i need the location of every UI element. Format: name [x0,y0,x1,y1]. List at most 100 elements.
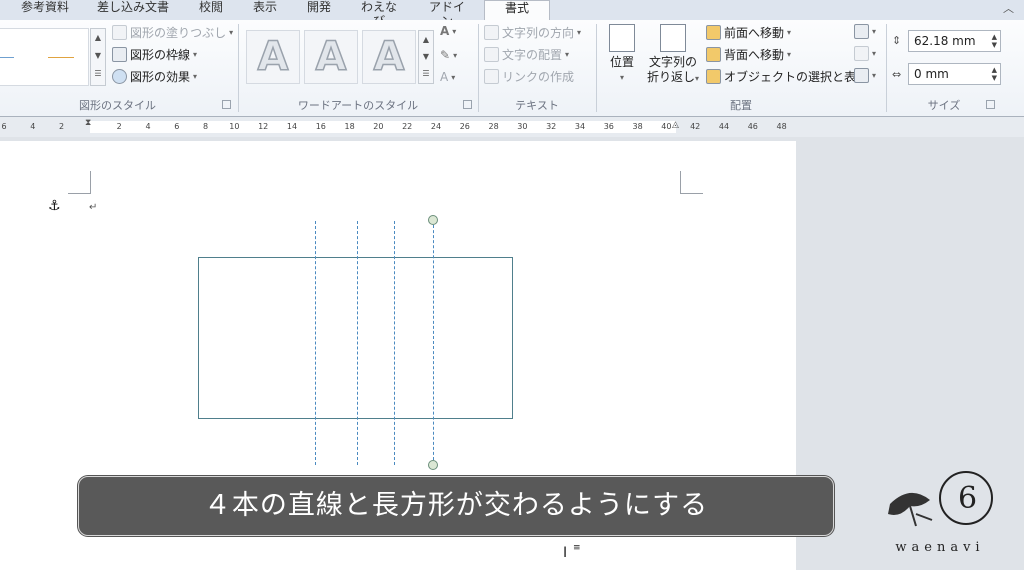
ruler-number: 20 [373,122,384,131]
group-separator [886,24,887,112]
ruler-number: 24 [430,122,442,131]
width-input[interactable]: 0 mm ▲ ▼ [908,63,1001,85]
ruler-number: 32 [546,122,557,131]
align-icon [484,47,499,62]
text-align-button[interactable]: 文字の配置 ▾ [484,46,569,63]
size-launcher-icon[interactable] [986,100,995,109]
line-style-swatch-blue[interactable] [0,57,14,58]
send-backward-button[interactable]: 背面へ移動 ▾ [706,46,791,63]
ruler-number: 38 [632,122,643,131]
text-outline-button[interactable]: ✎ ▾ [440,48,457,62]
line-style-swatch-orange[interactable] [48,57,74,58]
create-link-button[interactable]: リンクの作成 [484,68,574,85]
pen-icon: ✎ [440,48,451,62]
svg-text:6: 6 [958,481,977,516]
crop-mark-left [68,171,91,194]
rotate-button[interactable]: ▾ [854,68,876,83]
height-icon: ⇕ [892,34,902,47]
indent-marker-icon[interactable]: ⧗ [85,118,91,128]
wrap-text-button[interactable]: 文字列の 折り返し▾ [644,24,702,86]
position-button[interactable]: 位置 ▾ [604,24,640,85]
position-icon [609,24,635,52]
tab-addins[interactable]: アドイン [424,0,470,28]
text-cursor-icon: I [563,545,568,561]
wordart-styles-launcher-icon[interactable] [463,100,472,109]
wrap-text-icon [660,24,686,52]
ruler-number: 46 [747,122,758,131]
shape-style-gallery[interactable] [0,28,89,86]
ruler-number: 2 [116,122,122,131]
height-input[interactable]: 62.18 mm ▲ ▼ [908,30,1001,52]
pencil-icon [112,47,127,62]
bring-forward-icon [706,25,721,40]
chevron-up-icon[interactable]: ︿ [1003,0,1014,16]
tab-view[interactable]: 表示 [248,0,282,20]
ruler-number: 42 [690,122,701,131]
ruler-number: 18 [344,122,355,131]
spinner-arrows-icon[interactable]: ▲ ▼ [992,66,997,82]
width-icon: ⇔ [892,68,902,81]
wordart-style-1[interactable]: A [246,30,300,84]
ruler-number: 30 [517,122,528,131]
tab-mailings[interactable]: 差し込み文書 [95,0,171,20]
group-button[interactable]: ▾ [854,46,876,61]
paint-bucket-icon [112,25,127,40]
wordart-style-3[interactable]: A [362,30,416,84]
line-start-handle[interactable] [428,215,438,225]
text-effects-button[interactable]: A ▾ [440,70,455,84]
tab-waenavi[interactable]: わえなび [356,0,402,28]
horizontal-ruler[interactable]: 6 4 2 2 4 6 8 10 12 14 16 18 20 22 24 26 28 30 32 34 36 38 40 4… [0,117,1024,137]
ruler-number: 16 [315,122,326,131]
align-button[interactable]: ▾ [854,24,876,39]
vertical-line-1[interactable] [315,221,316,465]
wordart-style-2[interactable]: A [304,30,358,84]
tab-developer[interactable]: 開発 [302,0,336,20]
shape-outline-button[interactable]: 図形の枠線 ▾ [112,46,197,63]
gallery-scroll[interactable]: ▲ ▼ ☰ [90,28,106,86]
rectangle-shape[interactable] [198,257,513,419]
right-indent-icon[interactable]: ◬ [672,120,679,130]
group-label-text: テキスト [515,99,559,112]
selection-pane-icon [706,69,721,84]
crop-mark-right [680,171,703,194]
text-fill-button[interactable]: A ▾ [440,24,456,38]
paragraph-mark: ↵ [89,202,98,213]
ruler-number: 6 [174,122,180,131]
link-icon [484,69,499,84]
ruler-number: 44 [718,122,730,131]
group-label-arrange: 配置 [730,99,752,112]
ruler-number: 34 [574,122,586,131]
vertical-line-2[interactable] [357,221,358,465]
text-effect-icon: A [440,70,449,84]
ruler-number: 36 [603,122,614,131]
line-end-handle[interactable] [428,460,438,470]
bring-forward-button[interactable]: 前面へ移動 ▾ [706,24,791,41]
group-separator [478,24,479,112]
wordart-gallery-scroll[interactable]: ▲ ▼ ☰ [418,30,434,84]
rotate-icon [854,68,869,83]
shape-fill-button[interactable]: 図形の塗りつぶし ▾ [112,24,233,41]
letter-a-icon: A [440,24,450,38]
vertical-line-4-selected[interactable] [433,220,434,465]
spinner-arrows-icon[interactable]: ▲ ▼ [992,33,997,49]
send-backward-icon [706,47,721,62]
ruler-number: 6 [1,122,7,131]
tab-format[interactable]: 書式 [484,0,550,22]
shape-effects-button[interactable]: 図形の効果 ▾ [112,68,197,85]
ruler-number: 26 [459,122,470,131]
ruler-number: 4 [30,122,36,131]
tab-references[interactable]: 参考資料 [18,0,72,20]
ruler-number: 22 [402,122,413,131]
shape-styles-launcher-icon[interactable] [222,100,231,109]
ruler-number: 2 [59,122,65,131]
vertical-line-3[interactable] [394,221,395,465]
ruler-number: 40 [661,122,672,131]
group-label-size: サイズ [927,99,961,112]
ruler-number: 4 [145,122,151,131]
click-and-type-icon: ≡ [573,543,581,553]
tab-review[interactable]: 校閲 [194,0,228,20]
selection-pane-button[interactable]: オブジェクトの選択と表示 [706,68,868,85]
text-direction-button[interactable]: 文字列の方向 ▾ [484,24,581,41]
text-direction-icon [484,25,499,40]
group-objects-icon [854,46,869,61]
